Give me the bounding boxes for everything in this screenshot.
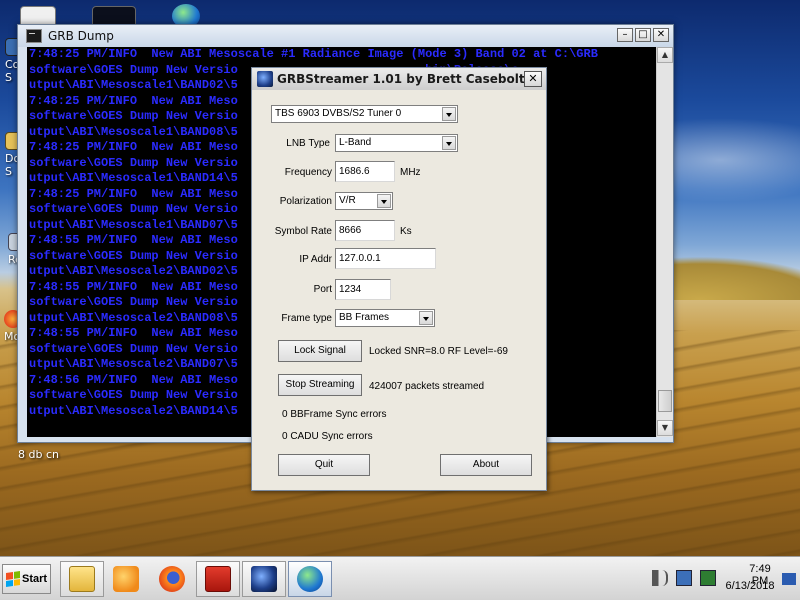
console-title: GRB Dump: [48, 29, 114, 43]
taskbar-item-grbstreamer[interactable]: [242, 561, 286, 597]
polarization-value: V/R: [339, 195, 356, 206]
acrobat-icon: [205, 566, 231, 592]
scroll-thumb[interactable]: [658, 390, 672, 412]
lock-signal-button[interactable]: Lock Signal: [278, 340, 362, 362]
grbstreamer-dialog[interactable]: GRBStreamer 1.01 by Brett Casebolt ✕ TBS…: [251, 67, 547, 491]
chevron-down-icon: [419, 311, 433, 325]
ip-addr-label: IP Addr: [299, 254, 332, 265]
stop-streaming-button[interactable]: Stop Streaming: [278, 374, 362, 396]
start-label: Start: [22, 573, 48, 585]
about-button[interactable]: About: [440, 454, 532, 476]
polarization-select[interactable]: V/R: [335, 192, 393, 210]
file-explorer-icon: [69, 566, 95, 592]
dialog-close-button[interactable]: ✕: [524, 71, 542, 87]
console-line: 7:48:25 PM/INFO New ABI Mesoscale #1 Rad…: [29, 47, 598, 61]
action-center-icon[interactable]: [782, 573, 796, 585]
cadu-errors-text: 0 CADU Sync errors: [282, 431, 373, 442]
port-label: Port: [313, 284, 332, 295]
grbstreamer-app-icon: [257, 71, 273, 87]
close-button[interactable]: ✕: [653, 28, 669, 42]
network-icon[interactable]: [676, 570, 692, 586]
globe-app-icon: [297, 566, 323, 592]
media-player-icon: [113, 566, 139, 592]
frame-type-value: BB Frames: [339, 312, 390, 323]
power-icon[interactable]: [700, 570, 716, 586]
taskbar-item-globe[interactable]: [288, 561, 332, 597]
polarization-label: Polarization: [279, 196, 332, 207]
bbframe-errors-text: 0 BBFrame Sync errors: [282, 409, 387, 420]
symbol-rate-unit: Ks: [400, 226, 412, 237]
start-button[interactable]: Start: [2, 564, 51, 594]
console-titlebar[interactable]: GRB Dump – □ ✕: [18, 25, 673, 47]
minimize-button[interactable]: –: [617, 28, 633, 42]
lnb-type-value: L-Band: [339, 137, 372, 148]
desktop-icon-db[interactable]: 8 db cn: [18, 448, 59, 461]
chevron-down-icon: [442, 136, 456, 150]
frame-type-select[interactable]: BB Frames: [335, 309, 435, 327]
stream-status-text: 424007 packets streamed: [369, 381, 485, 392]
frequency-field[interactable]: 1686.6: [335, 161, 395, 182]
console-app-icon: [26, 29, 42, 43]
ip-addr-field[interactable]: 127.0.0.1: [335, 248, 436, 269]
maximize-button[interactable]: □: [635, 28, 651, 42]
frequency-unit: MHz: [400, 167, 421, 178]
clock-date[interactable]: 6/13/2018: [720, 580, 780, 592]
symbol-rate-field[interactable]: 8666: [335, 220, 395, 241]
taskbar-item-firefox[interactable]: [150, 561, 194, 597]
lnb-type-label: LNB Type: [286, 138, 330, 149]
windows-logo-icon: [6, 571, 20, 587]
chevron-down-icon: [377, 194, 391, 208]
scroll-down-icon[interactable]: ▼: [657, 420, 673, 436]
dialog-titlebar[interactable]: GRBStreamer 1.01 by Brett Casebolt ✕: [252, 68, 546, 90]
chevron-down-icon: [442, 107, 456, 121]
taskbar-item-acrobat[interactable]: [196, 561, 240, 597]
console-scrollbar[interactable]: ▲ ▼: [656, 47, 673, 437]
lock-status-text: Locked SNR=8.0 RF Level=-69: [369, 346, 508, 357]
grbstreamer-icon: [251, 566, 277, 592]
symbol-rate-label: Symbol Rate: [274, 226, 332, 237]
firefox-icon: [159, 566, 185, 592]
frame-type-label: Frame type: [281, 313, 332, 324]
taskbar-item-media[interactable]: [104, 561, 148, 597]
lnb-type-select[interactable]: L-Band: [335, 134, 458, 152]
frequency-label: Frequency: [284, 167, 332, 178]
quit-button[interactable]: Quit: [278, 454, 370, 476]
taskbar-item-explorer[interactable]: [60, 561, 104, 597]
tuner-select[interactable]: TBS 6903 DVBS/S2 Tuner 0: [271, 105, 458, 123]
taskbar: Start 7:49 PM 6/13/2018: [0, 556, 800, 600]
tuner-select-value: TBS 6903 DVBS/S2 Tuner 0: [275, 108, 402, 119]
port-field[interactable]: 1234: [335, 279, 391, 300]
scroll-up-icon[interactable]: ▲: [657, 47, 673, 63]
speaker-icon[interactable]: [652, 570, 668, 586]
dialog-title: GRBStreamer 1.01 by Brett Casebolt: [277, 72, 525, 86]
console-window-controls: – □ ✕: [617, 28, 669, 42]
desktop-icon-db-label: 8 db cn: [18, 448, 59, 461]
